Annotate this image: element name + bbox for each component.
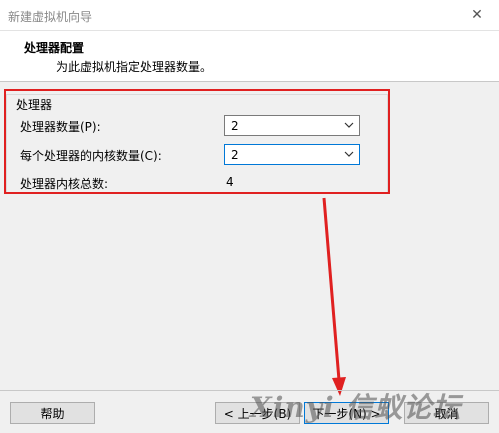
help-button[interactable]: 帮助 xyxy=(10,402,95,424)
watermark: Xinyi 信蚁论坛 xyxy=(250,391,462,424)
annotation-arrow xyxy=(322,197,346,396)
